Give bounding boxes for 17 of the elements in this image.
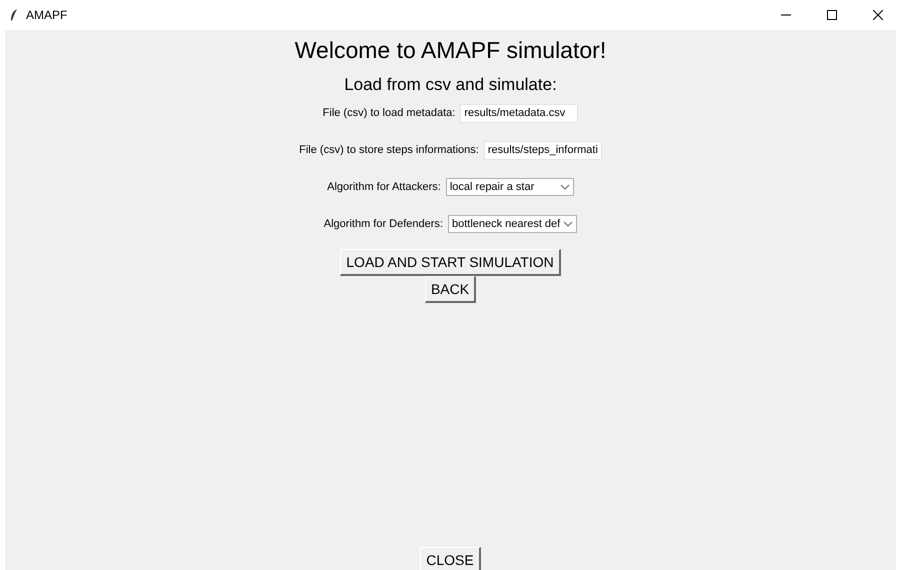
feather-icon <box>10 9 18 21</box>
page-heading: Welcome to AMAPF simulator! <box>294 36 606 64</box>
field-label: Algorithm for Attackers: <box>327 181 441 193</box>
dropdown[interactable]: bottleneck nearest def <box>448 215 578 233</box>
maximize-icon[interactable] <box>827 10 837 20</box>
field-label: Algorithm for Defenders: <box>324 218 443 230</box>
field-label: File (csv) to store steps informations: <box>299 144 479 156</box>
field-label: File (csv) to load metadata: <box>322 107 456 119</box>
close-button[interactable]: CLOSE <box>420 547 481 570</box>
input-field[interactable]: results/metadata.csv <box>460 104 578 122</box>
dropdown[interactable]: local repair a star <box>446 178 574 196</box>
close-icon[interactable] <box>873 10 883 20</box>
back-button[interactable]: BACK <box>424 276 476 303</box>
input-field[interactable]: results/steps_informati <box>484 140 602 160</box>
load-button[interactable]: LOAD AND START SIMULATION <box>340 249 561 276</box>
section-heading: Load from csv and simulate: <box>344 75 557 95</box>
window-title: AMAPF <box>26 8 68 22</box>
